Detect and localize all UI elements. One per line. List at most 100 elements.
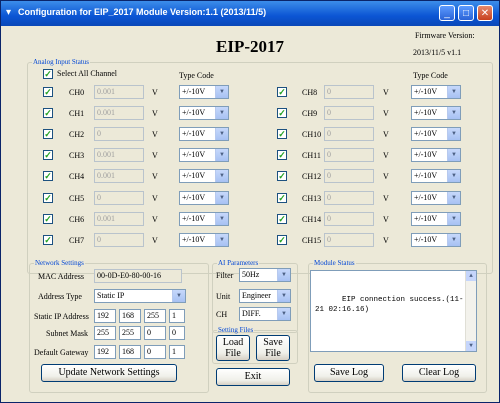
ch6-checkbox[interactable]: ✓ xyxy=(43,214,53,224)
chevron-down-icon[interactable]: ▼ xyxy=(215,213,228,225)
ch11-checkbox[interactable]: ✓ xyxy=(277,150,287,160)
ch12-type-select[interactable]: +/-10V ▼ xyxy=(411,169,461,183)
gw-octet-2[interactable]: 168 xyxy=(119,345,141,359)
module-status-log[interactable]: EIP connection success.(11-21 02:16.16) … xyxy=(310,270,477,352)
ch13-type-select[interactable]: +/-10V ▼ xyxy=(411,191,461,205)
ch2-unit: V xyxy=(152,130,158,139)
ch2-type-select[interactable]: +/-10V ▼ xyxy=(179,127,229,141)
chevron-down-icon[interactable]: ▼ xyxy=(215,107,228,119)
update-network-settings-button[interactable]: Update Network Settings xyxy=(41,364,177,382)
log-scrollbar[interactable]: ▲ ▼ xyxy=(465,271,476,351)
ch15-checkbox[interactable]: ✓ xyxy=(277,235,287,245)
title-bar[interactable]: ▾ Configuration for EIP_2017 Module Vers… xyxy=(1,1,499,26)
ch3-label: CH3 xyxy=(69,151,85,160)
ch1-unit: V xyxy=(152,109,158,118)
ch8-checkbox[interactable]: ✓ xyxy=(277,87,287,97)
chevron-down-icon[interactable]: ▼ xyxy=(215,234,228,246)
type-code-label-right: Type Code xyxy=(413,71,448,80)
ch13-checkbox[interactable]: ✓ xyxy=(277,193,287,203)
network-settings-legend: Network Settings xyxy=(35,259,84,267)
save-file-button[interactable]: Save File xyxy=(256,335,290,361)
ch5-value-field: 0 xyxy=(94,191,144,205)
maximize-icon[interactable]: □ xyxy=(458,5,474,21)
ch10-type-select[interactable]: +/-10V ▼ xyxy=(411,127,461,141)
chevron-down-icon[interactable]: ▼ xyxy=(447,170,460,182)
mask-octet-3[interactable]: 0 xyxy=(144,326,166,340)
ch5-type-select[interactable]: +/-10V ▼ xyxy=(179,191,229,205)
load-file-button[interactable]: Load File xyxy=(216,335,250,361)
ip-octet-1[interactable]: 192 xyxy=(94,309,116,323)
select-all-checkbox[interactable]: ✓ xyxy=(43,69,53,79)
ch3-checkbox[interactable]: ✓ xyxy=(43,150,53,160)
ch11-type-select[interactable]: +/-10V ▼ xyxy=(411,148,461,162)
ch7-type-value: +/-10V xyxy=(182,235,206,244)
filter-label: Filter xyxy=(216,271,234,280)
gw-octet-3[interactable]: 0 xyxy=(144,345,166,359)
address-type-value: Static IP xyxy=(97,291,125,300)
ch5-checkbox[interactable]: ✓ xyxy=(43,193,53,203)
ch4-checkbox[interactable]: ✓ xyxy=(43,171,53,181)
ch1-type-select[interactable]: +/-10V ▼ xyxy=(179,106,229,120)
ch8-type-select[interactable]: +/-10V ▼ xyxy=(411,85,461,99)
chevron-down-icon[interactable]: ▼ xyxy=(447,86,460,98)
gw-octet-1[interactable]: 192 xyxy=(94,345,116,359)
ch12-checkbox[interactable]: ✓ xyxy=(277,171,287,181)
ch1-checkbox[interactable]: ✓ xyxy=(43,108,53,118)
chevron-down-icon[interactable]: ▼ xyxy=(215,128,228,140)
chevron-down-icon[interactable]: ▼ xyxy=(447,149,460,161)
ch14-checkbox[interactable]: ✓ xyxy=(277,214,287,224)
ch6-label: CH6 xyxy=(69,215,85,224)
check-icon: ✓ xyxy=(278,193,286,203)
filter-select[interactable]: 50Hz ▼ xyxy=(239,268,291,282)
ch15-type-select[interactable]: +/-10V ▼ xyxy=(411,233,461,247)
ch0-type-select[interactable]: +/-10V ▼ xyxy=(179,85,229,99)
address-type-select[interactable]: Static IP ▼ xyxy=(94,289,186,303)
gw-octet-4[interactable]: 1 xyxy=(169,345,185,359)
ch14-type-select[interactable]: +/-10V ▼ xyxy=(411,212,461,226)
ip-octet-2[interactable]: 168 xyxy=(119,309,141,323)
check-icon: ✓ xyxy=(278,129,286,139)
ch0-value-field: 0.001 xyxy=(94,85,144,99)
ip-octet-4[interactable]: 1 xyxy=(169,309,185,323)
ch3-type-select[interactable]: +/-10V ▼ xyxy=(179,148,229,162)
chevron-down-icon[interactable]: ▼ xyxy=(447,128,460,140)
ch9-type-select[interactable]: +/-10V ▼ xyxy=(411,106,461,120)
ch6-type-select[interactable]: +/-10V ▼ xyxy=(179,212,229,226)
minimize-icon[interactable]: _ xyxy=(439,5,455,21)
mask-octet-1[interactable]: 255 xyxy=(94,326,116,340)
check-icon: ✓ xyxy=(44,150,52,160)
mask-octet-2[interactable]: 255 xyxy=(119,326,141,340)
chevron-down-icon[interactable]: ▼ xyxy=(447,107,460,119)
save-log-button[interactable]: Save Log xyxy=(314,364,384,382)
mask-octet-4[interactable]: 0 xyxy=(169,326,185,340)
ch0-checkbox[interactable]: ✓ xyxy=(43,87,53,97)
chevron-down-icon[interactable]: ▼ xyxy=(215,192,228,204)
ch4-type-select[interactable]: +/-10V ▼ xyxy=(179,169,229,183)
unit-select[interactable]: Engineer ▼ xyxy=(239,289,291,303)
ch2-checkbox[interactable]: ✓ xyxy=(43,129,53,139)
ch10-checkbox[interactable]: ✓ xyxy=(277,129,287,139)
chevron-down-icon[interactable]: ▼ xyxy=(277,269,290,281)
chevron-down-icon[interactable]: ▼ xyxy=(215,149,228,161)
chevron-down-icon[interactable]: ▼ xyxy=(277,290,290,302)
firmware-value: 2013/11/5 v1.1 xyxy=(413,48,462,57)
ip-octet-3[interactable]: 255 xyxy=(144,309,166,323)
ch4-label: CH4 xyxy=(69,172,85,181)
scroll-up-icon[interactable]: ▲ xyxy=(466,271,476,281)
chevron-down-icon[interactable]: ▼ xyxy=(447,213,460,225)
chevron-down-icon[interactable]: ▼ xyxy=(277,308,290,320)
ch7-type-select[interactable]: +/-10V ▼ xyxy=(179,233,229,247)
chevron-down-icon[interactable]: ▼ xyxy=(172,290,185,302)
ch11-unit: V xyxy=(383,151,389,160)
clear-log-button[interactable]: Clear Log xyxy=(402,364,476,382)
ch-mode-select[interactable]: DIFF. ▼ xyxy=(239,307,291,321)
scroll-down-icon[interactable]: ▼ xyxy=(466,341,476,351)
chevron-down-icon[interactable]: ▼ xyxy=(447,192,460,204)
exit-button[interactable]: Exit xyxy=(216,368,290,386)
chevron-down-icon[interactable]: ▼ xyxy=(447,234,460,246)
ch9-checkbox[interactable]: ✓ xyxy=(277,108,287,118)
close-icon[interactable]: ✕ xyxy=(477,5,493,21)
ch7-checkbox[interactable]: ✓ xyxy=(43,235,53,245)
chevron-down-icon[interactable]: ▼ xyxy=(215,86,228,98)
chevron-down-icon[interactable]: ▼ xyxy=(215,170,228,182)
